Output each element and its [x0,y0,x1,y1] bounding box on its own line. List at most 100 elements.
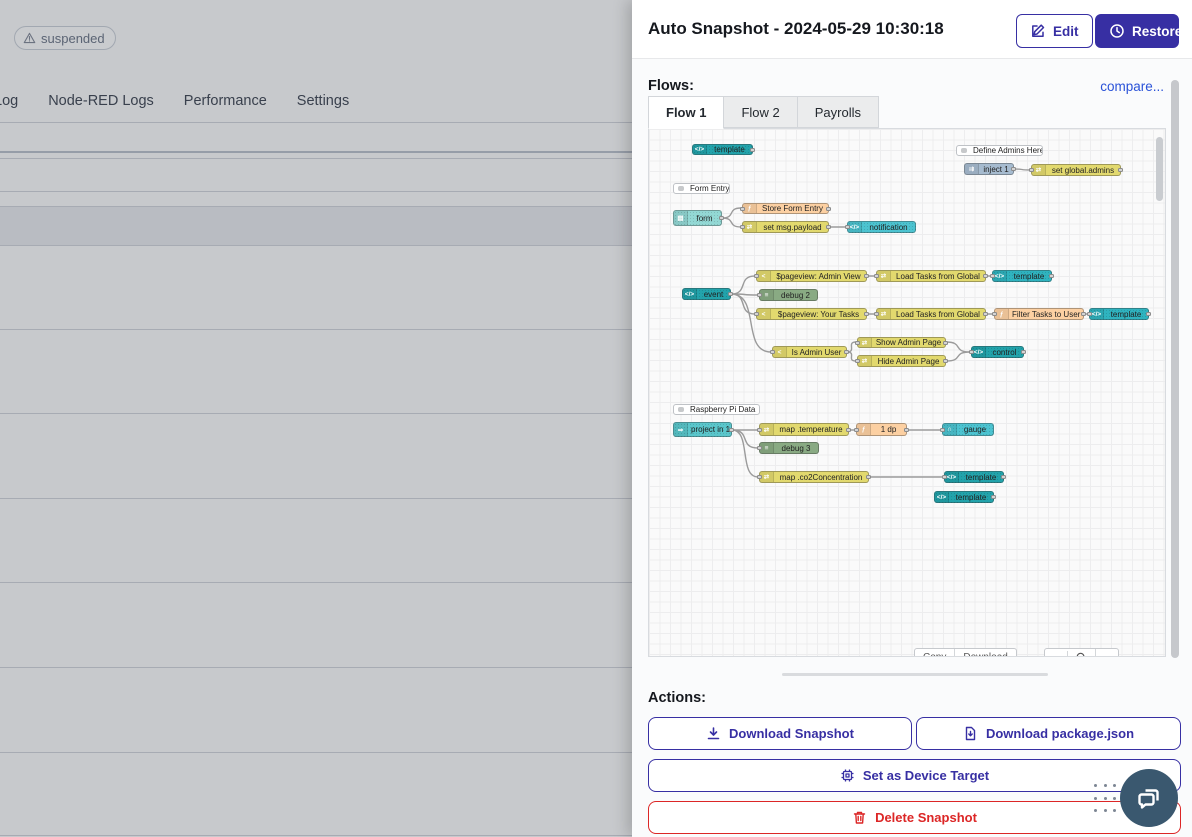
table-row-divider [0,667,632,668]
flow-canvas[interactable]: Copy Download − + </>templateDefine Admi… [648,128,1166,657]
magnifier-icon [1076,652,1087,657]
code-icon: </> [683,289,697,299]
dimmed-background: suspended Log Node-RED Logs Performance … [0,0,632,837]
flow-node-event: </>event [682,288,731,300]
code-icon: </> [945,472,959,482]
download-snapshot-button[interactable]: Download Snapshot [648,717,912,750]
table-row-divider [0,582,632,583]
download-button[interactable]: Download [955,649,1015,657]
tab-payrolls[interactable]: Payrolls [797,96,879,128]
change-icon: ⇄ [877,309,891,319]
input-port [942,475,947,479]
input-port [757,446,762,450]
edit-button[interactable]: Edit [1016,14,1093,48]
table-row-divider [0,498,632,499]
download-icon [706,726,721,741]
nav-item-settings[interactable]: Settings [297,93,349,109]
copy-button[interactable]: Copy [915,649,955,657]
input-port [990,274,995,278]
input-port [770,350,775,354]
flow-node-label: Load Tasks from Global [891,310,985,319]
table-row-divider [0,245,632,246]
flow-node-label: event [697,290,730,299]
output-port [728,292,733,296]
flow-node-store-form-entry: ƒStore Form Entry [742,203,829,214]
flow-node-label: Load Tasks from Global [891,272,985,281]
input-port [969,350,974,354]
flow-node-label: template [1104,310,1148,319]
input-port [740,225,745,229]
compare-link[interactable]: compare... [1100,79,1164,94]
restore-button[interactable]: Restore [1095,14,1179,48]
drawer-scrollbar[interactable] [1171,80,1179,658]
trash-icon [852,810,867,825]
flow-node-label: debug 3 [774,444,818,453]
input-port [874,312,879,316]
table-row-divider [0,158,632,159]
flow-node-label: template [959,473,1003,482]
output-port [1049,274,1054,278]
output-port [1001,475,1006,479]
input-port [855,359,860,363]
canvas-copy-download-buttons[interactable]: Copy Download [914,648,1017,657]
flow-node-project-in-1: ⇒project in 1 [673,422,732,437]
nav-item-performance[interactable]: Performance [184,93,267,109]
output-port [1118,168,1123,172]
tab-flow-1[interactable]: Flow 1 [648,96,724,129]
table-row-highlighted[interactable] [0,206,632,245]
change-icon: ⇄ [743,222,757,232]
file-download-icon [963,726,978,741]
output-port [983,312,988,316]
input-port [855,341,860,345]
download-package-json-label: Download package.json [986,726,1134,741]
actions-label: Actions: [648,690,706,706]
switch-icon: < [757,309,771,319]
output-port [1021,350,1026,354]
input-port [757,475,762,479]
output-port [866,475,871,479]
code-icon: </> [693,145,707,154]
table-row-divider [0,413,632,414]
output-port [729,428,734,432]
clock-icon [1109,23,1125,39]
canvas-zoom-controls[interactable]: − + [1044,648,1119,657]
output-port [864,274,869,278]
flow-node-label: $pageview: Admin View [771,272,866,281]
set-device-target-label: Set as Device Target [863,768,989,783]
nav-item-log[interactable]: Log [0,93,18,109]
chat-icon [1135,784,1163,812]
table-row-divider [0,752,632,753]
code-icon: </> [972,347,986,357]
zoom-reset-button[interactable] [1068,649,1096,657]
restore-button-label: Restore [1132,24,1182,39]
output-port [943,359,948,363]
flow-node-label: debug 2 [774,291,817,300]
flow-node-map-co2concentration: ⇄map .co2Concentration [759,471,869,483]
flow-node-label: Show Admin Page [872,338,945,347]
output-port [1081,312,1086,316]
input-port [845,225,850,229]
zoom-out-button[interactable]: − [1045,651,1068,658]
flow-node-filter-tasks-to-user: ƒFilter Tasks to User [994,308,1084,320]
download-package-json-button[interactable]: Download package.json [916,717,1181,750]
flow-node-label: gauge [957,425,993,434]
flow-node-gauge: ∩gauge [942,423,994,436]
flow-node-template: </>template [934,491,994,503]
tab-flow-2[interactable]: Flow 2 [723,96,797,128]
code-icon: </> [935,492,949,502]
table-row-divider [0,122,632,123]
zoom-in-button[interactable]: + [1096,651,1118,658]
chat-launcher[interactable] [1120,769,1178,827]
output-port [864,312,869,316]
input-port [740,207,745,211]
canvas-horizontal-scrollbar[interactable] [782,673,1048,676]
canvas-vertical-scrollbar[interactable] [1156,137,1163,201]
flow-node-set-global-admins: ⇄set global.admins [1031,164,1121,176]
input-port [757,293,762,297]
gauge-icon: ∩ [943,424,957,435]
code-icon: </> [848,222,862,232]
nav-item-node-red-logs[interactable]: Node-RED Logs [48,93,154,109]
flow-node-hide-admin-page: ⇄Hide Admin Page [857,355,946,367]
input-port [874,274,879,278]
flow-node-raspberry-pi-data: Raspberry Pi Data [673,404,760,415]
